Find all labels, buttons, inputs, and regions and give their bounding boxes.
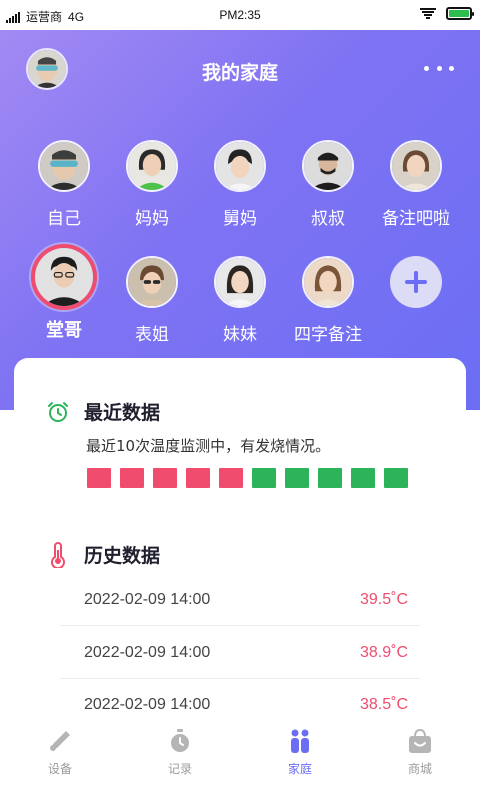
more-options-button[interactable] [424, 58, 454, 78]
history-date: 2022-02-09 14:00 [84, 643, 211, 661]
thermometer-icon [51, 541, 65, 568]
more-dot-icon [449, 65, 454, 71]
more-dot-icon [424, 65, 429, 71]
member-avatar [31, 244, 97, 310]
more-dot-icon [436, 65, 442, 71]
member-avatar [214, 140, 266, 192]
reading-block-normal [351, 468, 375, 488]
member-name: 舅妈 [223, 209, 257, 229]
member-self[interactable]: 自己 [20, 140, 108, 236]
member-mom[interactable]: 妈妈 [108, 140, 196, 236]
member-avatar [126, 256, 178, 308]
recent-readings-strip [87, 468, 408, 488]
reading-block-normal [252, 468, 276, 488]
thermometer-icon [50, 731, 70, 751]
reading-block-fever [120, 468, 144, 488]
member-avatar [214, 256, 266, 308]
history-row[interactable]: 2022-02-09 14:00 38.9˚C [60, 627, 420, 679]
tab-family[interactable]: 家庭 [240, 720, 360, 800]
status-bar: 运营商 4G PM2:35 [0, 0, 480, 30]
member-cousin-sister[interactable]: 表姐 [108, 256, 196, 352]
member-avatar [302, 140, 354, 192]
history-date: 2022-02-09 14:00 [84, 695, 211, 713]
member-name: 叔叔 [311, 209, 345, 229]
reading-block-normal [285, 468, 309, 488]
member-name: 备注吧啦 [382, 209, 450, 229]
member-name: 自己 [47, 209, 81, 229]
member-note-blah[interactable]: 备注吧啦 [372, 140, 460, 236]
member-name: 表姐 [135, 325, 169, 345]
page-title: 我的家庭 [201, 62, 278, 84]
plus-icon [390, 256, 442, 308]
bottom-tab-bar: 设备 记录 家庭 商城 [0, 720, 480, 800]
battery-icon [446, 7, 474, 20]
tab-store[interactable]: 商城 [360, 720, 480, 800]
history-temperature: 38.5˚C [359, 695, 408, 713]
member-younger-sister[interactable]: 妹妹 [196, 256, 284, 352]
history-data-title: 历史数据 [84, 545, 161, 567]
add-member-button[interactable] [372, 256, 460, 352]
tab-label: 家庭 [287, 762, 312, 776]
recent-data-header: 最近数据 [46, 398, 160, 425]
member-name: 四字备注 [294, 325, 362, 345]
wifi-icon [420, 7, 436, 19]
member-aunt[interactable]: 舅妈 [196, 140, 284, 236]
family-icon [291, 729, 309, 753]
reading-block-fever [219, 468, 243, 488]
reading-block-fever [153, 468, 177, 488]
member-avatar [390, 140, 442, 192]
history-temperature: 39.5˚C [359, 590, 408, 608]
member-avatar [38, 140, 90, 192]
history-temperature: 38.9˚C [359, 643, 408, 661]
member-cousin-brother[interactable]: 堂哥 [20, 244, 108, 348]
member-name: 妈妈 [135, 209, 169, 229]
member-four-char-note[interactable]: 四字备注 [284, 256, 372, 352]
reading-block-fever [186, 468, 210, 488]
stopwatch-icon [171, 729, 189, 752]
alarm-clock-icon [48, 401, 68, 422]
status-time: PM2:35 [219, 8, 261, 22]
tab-label: 记录 [167, 762, 192, 776]
member-avatar [126, 140, 178, 192]
recent-data-description: 最近10次温度监测中，有发烧情况。 [86, 437, 331, 455]
member-name: 妹妹 [223, 325, 257, 345]
reading-block-normal [384, 468, 408, 488]
shopping-bag-icon [409, 728, 431, 753]
tab-label: 商城 [407, 762, 432, 776]
app-header: 我的家庭 [0, 40, 480, 96]
member-uncle[interactable]: 叔叔 [284, 140, 372, 236]
data-card: 最近数据 最近10次温度监测中，有发烧情况。 历史数据 2022-02-09 1… [14, 358, 466, 728]
member-avatar [302, 256, 354, 308]
tab-label: 设备 [47, 762, 72, 776]
history-date: 2022-02-09 14:00 [84, 590, 211, 608]
history-data-header: 历史数据 [46, 541, 160, 568]
recent-data-title: 最近数据 [84, 402, 161, 424]
reading-block-fever [87, 468, 111, 488]
tab-records[interactable]: 记录 [120, 720, 240, 800]
tab-device[interactable]: 设备 [0, 720, 120, 800]
member-name: 堂哥 [46, 320, 82, 341]
history-row[interactable]: 2022-02-09 14:00 39.5˚C [60, 574, 420, 626]
reading-block-normal [318, 468, 342, 488]
